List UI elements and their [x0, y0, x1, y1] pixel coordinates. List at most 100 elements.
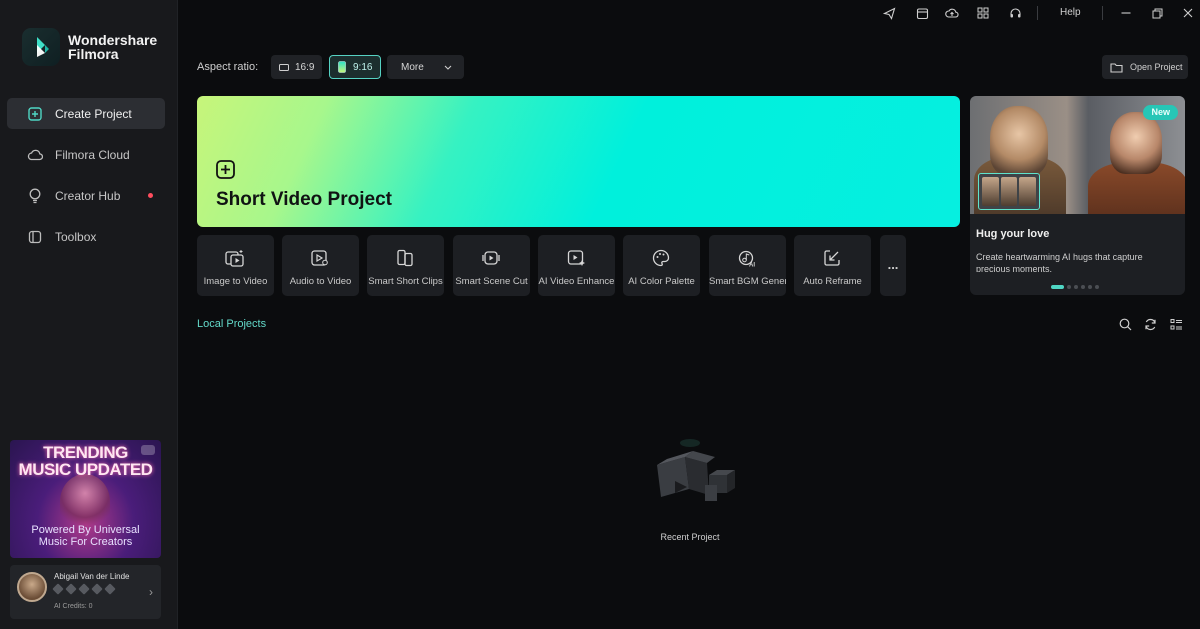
photo-thumbnails [978, 173, 1040, 210]
tool-audio-to-video[interactable]: Audio to Video [282, 235, 359, 296]
carousel-dot[interactable] [1051, 285, 1064, 289]
search-icon[interactable] [1118, 317, 1132, 331]
smart-short-clips-icon [395, 248, 415, 268]
aspect-option-label: 16:9 [295, 61, 315, 73]
carousel-dot[interactable] [1067, 285, 1071, 289]
tool-ai-color-palette[interactable]: AI Color Palette [623, 235, 700, 296]
aspect-16-9-button[interactable]: 16:9 [271, 55, 323, 79]
headset-icon[interactable] [1008, 6, 1022, 20]
tool-smart-bgm-generation[interactable]: AI Smart BGM Gener. [709, 235, 786, 296]
filmora-logo-icon [22, 28, 60, 66]
sidebar-item-label: Create Project [55, 106, 132, 121]
aspect-more-dropdown[interactable]: More [387, 55, 464, 79]
toolbox-icon [27, 229, 43, 245]
cloud-upload-icon[interactable] [945, 6, 959, 20]
send-icon[interactable] [882, 6, 896, 20]
chevron-right-icon[interactable]: › [149, 585, 153, 599]
refresh-icon[interactable] [1143, 317, 1157, 331]
membership-badges [52, 583, 116, 595]
tool-image-to-video[interactable]: Image to Video [197, 235, 274, 296]
user-name: Abigail Van der Linde [54, 572, 130, 581]
hero-title: Short Video Project [216, 189, 392, 210]
carousel-dot[interactable] [1074, 285, 1078, 289]
grid-icon[interactable] [976, 6, 990, 20]
folder-icon [1110, 62, 1123, 73]
badge-icon [78, 583, 90, 595]
more-label: More [401, 61, 424, 73]
badge-icon [65, 583, 77, 595]
promo-subtitle: Powered By Universal Music For Creators [31, 524, 140, 548]
local-projects-title: Local Projects [197, 318, 267, 330]
singer-image [60, 474, 110, 529]
sidebar-item-create-project[interactable]: Create Project [7, 98, 165, 129]
tool-ai-video-enhance[interactable]: AI Video Enhance [538, 235, 615, 296]
feature-title: Hug your love [976, 228, 1050, 240]
tool-label: Image to Video [203, 276, 268, 287]
carousel-dot[interactable] [1088, 285, 1092, 289]
landscape-icon [279, 63, 289, 71]
sidebar-item-label: Filmora Cloud [55, 147, 130, 162]
minimize-icon[interactable] [1119, 6, 1133, 20]
carousel-dot[interactable] [1095, 285, 1099, 289]
separator [1037, 6, 1038, 20]
sidebar-item-creator-hub[interactable]: Creator Hub [7, 180, 165, 211]
feature-description: Create heartwarming AI hugs that capture… [976, 252, 1143, 272]
close-icon[interactable] [1181, 6, 1195, 20]
user-account-card[interactable]: Abigail Van der Linde AI Credits: 0 › [10, 565, 161, 619]
sidebar-item-label: Creator Hub [55, 188, 121, 203]
trending-music-banner[interactable]: TRENDING MUSIC UPDATED Powered By Univer… [10, 440, 161, 558]
add-project-icon [216, 160, 235, 184]
badge-icon [104, 583, 116, 595]
audio-to-video-icon [310, 248, 330, 268]
tool-label: Auto Reframe [803, 276, 862, 287]
image-to-video-icon [225, 248, 245, 268]
new-badge: New [1143, 105, 1178, 120]
badge-icon [52, 583, 64, 595]
empty-state-label: Recent Project [660, 532, 720, 542]
open-project-label: Open Project [1130, 62, 1183, 72]
carousel-dot[interactable] [1081, 285, 1085, 289]
auto-reframe-icon [822, 248, 842, 268]
notification-dot [148, 193, 153, 198]
portrait-icon [338, 61, 346, 73]
title-bar: Help [178, 0, 1200, 26]
sidebar: Wondershare Filmora Create Project Filmo… [0, 0, 178, 629]
open-project-button[interactable]: Open Project [1102, 55, 1188, 79]
brand: Wondershare Filmora [22, 28, 157, 66]
avatar [17, 572, 47, 602]
sidebar-item-toolbox[interactable]: Toolbox [7, 221, 165, 252]
list-view-icon[interactable] [1169, 317, 1183, 331]
ai-video-enhance-icon [566, 248, 586, 268]
calendar-icon[interactable] [915, 6, 929, 20]
promo-title: TRENDING MUSIC UPDATED [18, 443, 153, 479]
plus-square-icon [27, 106, 43, 122]
short-video-project-card[interactable]: Short Video Project [197, 96, 960, 227]
tool-smart-scene-cut[interactable]: Smart Scene Cut [453, 235, 530, 296]
lightbulb-icon [27, 188, 43, 204]
tool-label: Smart Short Clips [368, 276, 443, 287]
sidebar-item-filmora-cloud[interactable]: Filmora Cloud [7, 139, 165, 170]
tool-label: AI Video Enhance [538, 276, 615, 287]
tool-label: Smart Scene Cut [455, 276, 528, 287]
tool-smart-short-clips[interactable]: Smart Short Clips [367, 235, 444, 296]
badge-icon [91, 583, 103, 595]
sidebar-item-label: Toolbox [55, 229, 97, 244]
tool-label: AI Color Palette [628, 276, 695, 287]
carousel-indicator[interactable] [1051, 285, 1099, 289]
help-menu[interactable]: Help [1060, 7, 1081, 18]
svg-text:AI: AI [749, 263, 755, 268]
feature-card[interactable]: New Hug your love Create heartwarming AI… [970, 96, 1185, 295]
aspect-ratio-label: Aspect ratio: [197, 61, 259, 73]
more-icon: ... [887, 257, 899, 272]
tool-auto-reframe[interactable]: Auto Reframe [794, 235, 871, 296]
aspect-9-16-button[interactable]: 9:16 [329, 55, 382, 79]
ai-credits: AI Credits: 0 [54, 603, 93, 610]
separator [1102, 6, 1103, 20]
tool-label: Audio to Video [289, 276, 352, 287]
cloud-icon [27, 147, 43, 163]
more-tools-button[interactable]: ... [880, 235, 906, 296]
tool-label: Smart BGM Gener. [709, 276, 786, 287]
restore-icon[interactable] [1150, 6, 1164, 20]
brand-name-line1: Wondershare [68, 32, 158, 48]
sidebar-nav: Create Project Filmora Cloud Creator Hub… [7, 98, 165, 262]
